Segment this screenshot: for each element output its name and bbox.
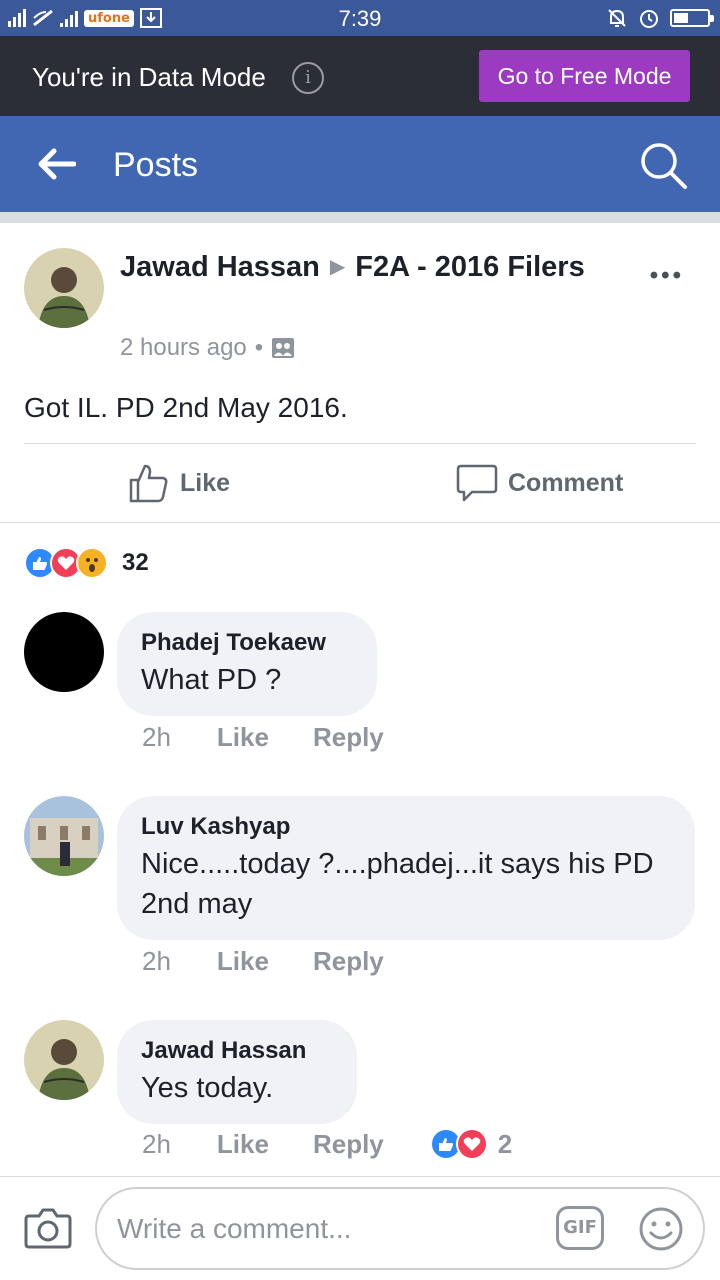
like-button-label: Like [180, 468, 231, 497]
comment-button-label: Comment [508, 468, 624, 497]
post-body: Got IL. PD 2nd May 2016. [24, 392, 348, 423]
bell-off-icon [608, 9, 626, 27]
comment-bubble: Phadej Toekaew What PD ? [117, 612, 377, 716]
comment-time[interactable]: 2h [142, 946, 171, 977]
comment-actions: 2h Like Reply [142, 722, 384, 753]
comment-reply-link[interactable]: Reply [313, 1129, 384, 1160]
go-to-free-mode-button[interactable]: Go to Free Mode [479, 50, 690, 102]
comment-bubble: Jawad Hassan Yes today. [117, 1020, 357, 1124]
avatar-image [24, 796, 104, 876]
app-header: Posts [0, 116, 720, 212]
battery-icon [670, 9, 714, 27]
post-time[interactable]: 2 hours ago [120, 334, 247, 362]
comment-text: Yes today. [141, 1072, 274, 1104]
divider [0, 1176, 720, 1177]
divider [0, 522, 720, 523]
commenter-avatar[interactable] [24, 612, 104, 692]
data-mode-bar: You're in Data Mode Go to Free Mode [0, 36, 720, 116]
group-icon [272, 338, 295, 358]
love-reaction-icon [455, 1128, 488, 1160]
smiley-icon[interactable] [638, 1206, 684, 1252]
comment-button[interactable]: Comment [456, 460, 623, 506]
like-button[interactable]: Like [128, 460, 230, 506]
alarm-icon [640, 10, 658, 28]
divider [24, 443, 696, 444]
status-bar-right [606, 7, 714, 29]
comment-time[interactable]: 2h [142, 1129, 171, 1160]
info-icon[interactable]: i [292, 62, 324, 94]
comment-like-link[interactable]: Like [217, 1129, 269, 1160]
comment-text: What PD ? [141, 664, 282, 696]
comment-text: Nice.....today ?....phadej...it says his… [141, 848, 654, 920]
search-icon[interactable] [638, 140, 688, 190]
header-separator [0, 212, 720, 223]
commenter-name[interactable]: Jawad Hassan [141, 1036, 333, 1066]
commenter-name[interactable]: Luv Kashyap [141, 812, 671, 842]
more-options-icon[interactable]: ••• [650, 262, 684, 290]
comment-reactions[interactable]: 2 [429, 1128, 513, 1160]
comment-like-link[interactable]: Like [217, 722, 269, 753]
thumbs-up-icon [129, 464, 168, 503]
avatar-image [24, 248, 104, 328]
post-author-name[interactable]: Jawad Hassan [120, 251, 320, 283]
comment-like-link[interactable]: Like [217, 946, 269, 977]
comment-time[interactable]: 2h [142, 722, 171, 753]
comment-bubble: Luv Kashyap Nice.....today ?....phadej..… [117, 796, 695, 940]
post-author-avatar[interactable] [24, 248, 104, 328]
gif-button[interactable]: GIF [556, 1206, 604, 1250]
post-group-name[interactable]: F2A - 2016 Filers [355, 251, 584, 283]
status-bar: ufone 7:39 [0, 0, 720, 36]
comment-input[interactable] [95, 1187, 705, 1270]
comment-actions: 2h Like Reply 2 [142, 1128, 512, 1160]
reaction-count: 32 [122, 549, 149, 576]
comment-reaction-count: 2 [497, 1128, 513, 1159]
comment-reply-link[interactable]: Reply [313, 946, 384, 977]
camera-icon[interactable] [24, 1206, 72, 1250]
page-title: Posts [113, 146, 199, 184]
comment-reply-link[interactable]: Reply [313, 722, 384, 753]
comment-actions: 2h Like Reply [142, 946, 384, 977]
post-header: Jawad Hassan ▶ F2A - 2016 Filers [120, 248, 620, 286]
meta-separator: • [254, 334, 264, 361]
comment-icon [456, 464, 498, 502]
post-meta: 2 hours ago • [120, 334, 295, 362]
wow-reaction-icon [76, 547, 108, 579]
post-reactions[interactable]: 32 [24, 546, 149, 580]
data-mode-text: You're in Data Mode [32, 62, 266, 92]
avatar-image [24, 1020, 104, 1100]
commenter-avatar[interactable] [24, 796, 104, 876]
battery-level [674, 13, 688, 23]
commenter-name[interactable]: Phadej Toekaew [141, 628, 353, 658]
commenter-avatar[interactable] [24, 1020, 104, 1100]
share-arrow-icon: ▶ [329, 256, 346, 278]
arrow-left-icon[interactable] [36, 146, 76, 182]
